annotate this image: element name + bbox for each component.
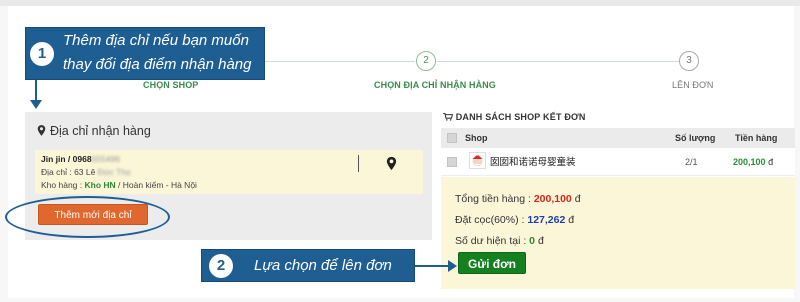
callout-2-arrow-line (415, 265, 449, 267)
shop-list-title-text: DANH SÁCH SHOP KẾT ĐƠN (455, 112, 586, 122)
shop-avatar-icon (472, 153, 483, 166)
shop-thumbnail (469, 152, 486, 169)
step-3-label: LÊN ĐƠN (672, 80, 714, 90)
street-blurred: Đức Thọ (97, 167, 131, 177)
balance-currency: đ (537, 235, 544, 247)
step-3-circle: 3 (679, 51, 699, 71)
submit-order-button[interactable]: Gửi đơn (458, 252, 526, 274)
total-currency: đ (574, 193, 581, 205)
step-2-circle[interactable]: 2 (416, 51, 436, 71)
callout-2-arrow-head (448, 260, 457, 272)
deposit-value: 127,262 (527, 214, 566, 226)
select-all-checkbox[interactable] (447, 133, 457, 143)
name-phone-text: Jin jin / 0968 (41, 154, 92, 164)
address-name-phone: Jin jin / 0968555496 (41, 154, 120, 164)
step-1-label[interactable]: CHỌN SHOP (143, 80, 198, 90)
col-price: Tiền hàng (735, 133, 778, 143)
balance-value: 0 (529, 235, 536, 247)
shop-list-title: DANH SÁCH SHOP KẾT ĐƠN (443, 112, 586, 122)
warehouse-label: Kho hàng : (41, 180, 83, 190)
total-label: Tổng tiền hàng : (455, 193, 531, 205)
callout-1-line-1: Thêm địa chỉ nếu bạn muốn (63, 32, 249, 49)
address-title-text: Địa chỉ nhận hàng (50, 124, 151, 138)
balance-label: Số dư hiện tại : (455, 235, 527, 247)
callout-1-arrow-line (35, 80, 37, 102)
table-row[interactable]: 囡囡和诺诺母婴童装 2/1 200,100 đ (441, 148, 795, 176)
deposit-currency: đ (568, 214, 575, 226)
address-street: Địa chỉ : 63 Lê Đức Thọ (41, 167, 131, 177)
add-address-highlight (5, 196, 170, 238)
order-summary: Tổng tiền hàng : 200,100 đ Đặt cọc(60%) … (441, 177, 795, 289)
address-card[interactable]: Jin jin / 0968555496 Địa chỉ : 63 Lê Đức… (35, 150, 423, 194)
callout-1-number: 1 (30, 42, 54, 66)
col-shop: Shop (465, 133, 488, 143)
total-line: Tổng tiền hàng : 200,100 đ (455, 193, 581, 205)
location-pin-icon (37, 125, 46, 136)
shop-table-header: Shop Số lượng Tiền hàng (441, 128, 795, 148)
deposit-line: Đặt cọc(60%) : 127,262 đ (455, 214, 574, 226)
total-value: 200,100 (533, 193, 572, 205)
address-title: Địa chỉ nhận hàng (37, 124, 151, 138)
callout-submit-order: 2 Lựa chọn để lên đơn (201, 249, 415, 282)
warehouse-district: / Hoàn kiếm - Hà Nội (118, 180, 197, 190)
callout-2-text: Lựa chọn để lên đơn (254, 257, 392, 274)
row-price-value: 200,100 (733, 157, 766, 167)
cart-icon (443, 112, 454, 121)
balance-line: Số dư hiện tại : 0 đ (455, 235, 544, 247)
row-quantity: 2/1 (685, 157, 698, 167)
phone-blurred: 555496 (91, 154, 120, 164)
row-checkbox[interactable] (447, 157, 457, 167)
callout-add-address: 1 Thêm địa chỉ nếu bạn muốn thay đổi địa… (25, 27, 265, 80)
callout-1-arrow-head (30, 100, 42, 109)
col-qty: Số lượng (675, 133, 716, 143)
row-price: 200,100 đ (733, 157, 773, 167)
callout-1-line-2: thay đổi địa điểm nhận hàng (63, 56, 252, 73)
callout-2-number: 2 (209, 254, 233, 278)
address-divider (358, 155, 359, 172)
street-label: Địa chỉ : 63 Lê (41, 167, 96, 177)
map-marker-icon[interactable] (386, 156, 397, 171)
deposit-label: Đặt cọc(60%) : (455, 214, 525, 226)
stepper-line-2 (437, 61, 679, 62)
warehouse-value: Kho HN (84, 180, 116, 190)
shop-name[interactable]: 囡囡和诺诺母婴童装 (490, 154, 576, 168)
row-price-currency: đ (768, 157, 774, 167)
page-background: CHỌN SHOP 2 CHỌN ĐỊA CHỈ NHẬN HÀNG 3 LÊN… (0, 0, 800, 302)
address-warehouse: Kho hàng : Kho HN / Hoàn kiếm - Hà Nội (41, 180, 197, 190)
step-2-label[interactable]: CHỌN ĐỊA CHỈ NHẬN HÀNG (374, 80, 496, 90)
